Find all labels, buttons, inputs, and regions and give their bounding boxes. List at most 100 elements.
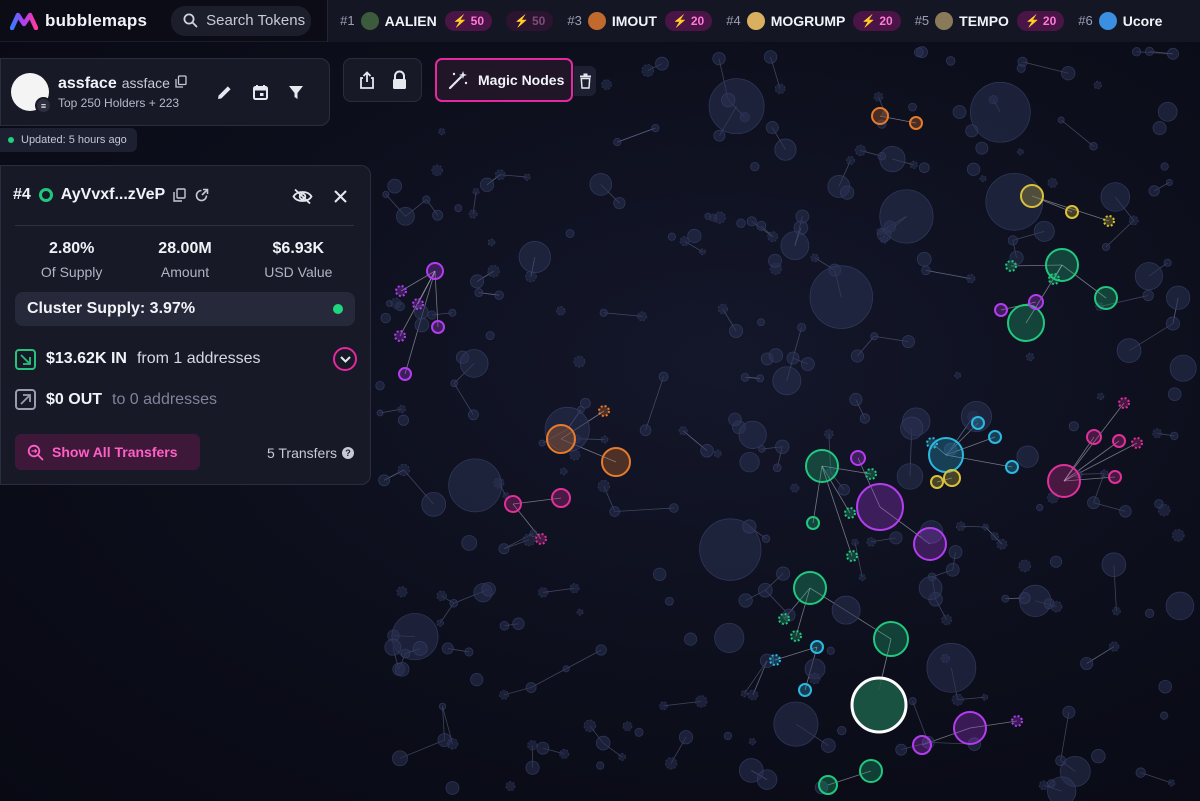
holder-bubble[interactable] <box>728 412 742 427</box>
holder-bubble[interactable] <box>1055 755 1067 767</box>
holder-bubble[interactable] <box>436 619 444 627</box>
holder-bubble[interactable] <box>397 404 406 414</box>
filter-icon[interactable] <box>288 84 304 100</box>
holder-bubble[interactable] <box>895 743 908 756</box>
holder-bubble[interactable] <box>597 479 611 493</box>
holder-bubble[interactable] <box>1157 101 1178 122</box>
holder-bubble[interactable] <box>943 469 961 487</box>
holder-bubble[interactable] <box>658 371 669 382</box>
holder-bubble[interactable] <box>714 622 745 653</box>
holder-bubble[interactable] <box>431 320 445 334</box>
holder-bubble[interactable] <box>1131 47 1142 57</box>
holder-bubble[interactable] <box>494 169 506 181</box>
holder-bubble[interactable] <box>499 620 510 631</box>
holder-bubble[interactable] <box>772 463 782 473</box>
holder-bubble[interactable] <box>1086 429 1102 445</box>
holder-bubble[interactable] <box>877 151 887 161</box>
holder-bubble[interactable] <box>498 543 510 555</box>
holder-bubble[interactable] <box>769 654 781 666</box>
holder-bubble[interactable] <box>562 665 570 673</box>
holder-bubble[interactable] <box>1112 434 1126 448</box>
holder-bubble[interactable] <box>880 235 889 244</box>
holder-bubble[interactable] <box>527 740 538 751</box>
holder-bubble[interactable] <box>664 757 678 770</box>
holder-bubble[interactable] <box>1047 779 1056 788</box>
holder-bubble[interactable] <box>390 297 402 309</box>
holder-bubble[interactable] <box>913 527 947 561</box>
holder-bubble[interactable] <box>432 209 444 221</box>
holder-bubble[interactable] <box>846 155 856 165</box>
delete-button[interactable] <box>574 66 596 96</box>
holder-bubble[interactable] <box>873 621 909 657</box>
holder-bubble[interactable] <box>761 534 771 543</box>
holder-bubble[interactable] <box>599 308 608 317</box>
ticker-item[interactable]: #6 Ucore <box>1078 11 1170 30</box>
holder-bubble[interactable] <box>921 265 931 276</box>
holder-bubble[interactable] <box>395 285 407 297</box>
holder-bubble[interactable] <box>739 452 760 473</box>
holder-bubble[interactable] <box>1118 397 1130 409</box>
holder-bubble[interactable] <box>793 571 827 605</box>
calendar-icon[interactable] <box>252 84 269 101</box>
search-tokens-button[interactable]: Search Tokens <box>171 5 312 36</box>
holder-bubble[interactable] <box>651 123 660 133</box>
holder-bubble[interactable] <box>901 335 915 349</box>
holder-bubble[interactable] <box>1134 262 1163 291</box>
holder-bubble[interactable] <box>941 614 953 626</box>
holder-bubble[interactable] <box>1167 387 1182 401</box>
holder-bubble[interactable] <box>1108 470 1122 484</box>
holder-bubble[interactable] <box>684 632 698 646</box>
holder-bubble[interactable] <box>1157 503 1171 517</box>
holder-bubble[interactable] <box>384 638 402 656</box>
holder-bubble[interactable] <box>913 47 924 58</box>
holder-bubble[interactable] <box>536 741 550 755</box>
holder-bubble[interactable] <box>569 583 580 594</box>
holder-bubble[interactable] <box>1119 505 1132 518</box>
holder-bubble[interactable] <box>909 160 918 169</box>
show-all-transfers-button[interactable]: Show All Transfers <box>15 434 200 470</box>
holder-bubble[interactable] <box>747 689 759 701</box>
cluster-supply-row[interactable]: Cluster Supply: 3.97% <box>15 292 355 326</box>
holder-bubble[interactable] <box>639 424 652 437</box>
holder-bubble[interactable] <box>775 439 790 454</box>
holder-bubble[interactable] <box>380 312 391 324</box>
holder-bubble[interactable] <box>945 56 956 66</box>
selected-wallet-bubble[interactable] <box>850 676 908 734</box>
holder-bubble[interactable] <box>1068 421 1079 432</box>
holder-bubble[interactable] <box>708 78 765 135</box>
holder-bubble[interactable] <box>565 229 575 238</box>
holder-bubble[interactable] <box>713 449 722 458</box>
holder-bubble[interactable] <box>655 56 669 71</box>
holder-bubble[interactable] <box>746 216 757 227</box>
holder-bubble[interactable] <box>667 232 676 241</box>
holder-bubble[interactable] <box>523 173 531 181</box>
copy-icon[interactable] <box>175 74 187 88</box>
holder-bubble[interactable] <box>824 429 834 439</box>
holder-bubble[interactable] <box>487 238 496 247</box>
holder-bubble[interactable] <box>765 121 779 135</box>
holder-bubble[interactable] <box>889 531 903 545</box>
holder-bubble[interactable] <box>953 711 987 745</box>
holder-bubble[interactable] <box>479 177 495 192</box>
holder-bubble[interactable] <box>740 372 750 382</box>
holder-bubble[interactable] <box>1018 592 1031 604</box>
holder-bubble[interactable] <box>1038 780 1049 791</box>
holder-bubble[interactable] <box>709 213 718 222</box>
holder-bubble[interactable] <box>470 274 485 289</box>
holder-bubble[interactable] <box>1152 428 1163 439</box>
holder-bubble[interactable] <box>446 738 459 750</box>
holder-bubble[interactable] <box>790 630 802 642</box>
holder-bubble[interactable] <box>392 750 408 767</box>
holder-bubble[interactable] <box>1050 600 1063 613</box>
holder-bubble[interactable] <box>742 519 757 534</box>
holder-bubble[interactable] <box>445 781 460 795</box>
holder-bubble[interactable] <box>1049 555 1063 568</box>
holder-bubble[interactable] <box>795 209 810 224</box>
holder-bubble[interactable] <box>454 204 463 213</box>
holder-bubble[interactable] <box>470 673 484 687</box>
holder-bubble[interactable] <box>641 64 655 77</box>
holder-bubble[interactable] <box>1165 178 1173 186</box>
holder-bubble[interactable] <box>896 463 924 490</box>
holder-bubble[interactable] <box>397 414 410 426</box>
holder-bubble[interactable] <box>776 566 791 581</box>
